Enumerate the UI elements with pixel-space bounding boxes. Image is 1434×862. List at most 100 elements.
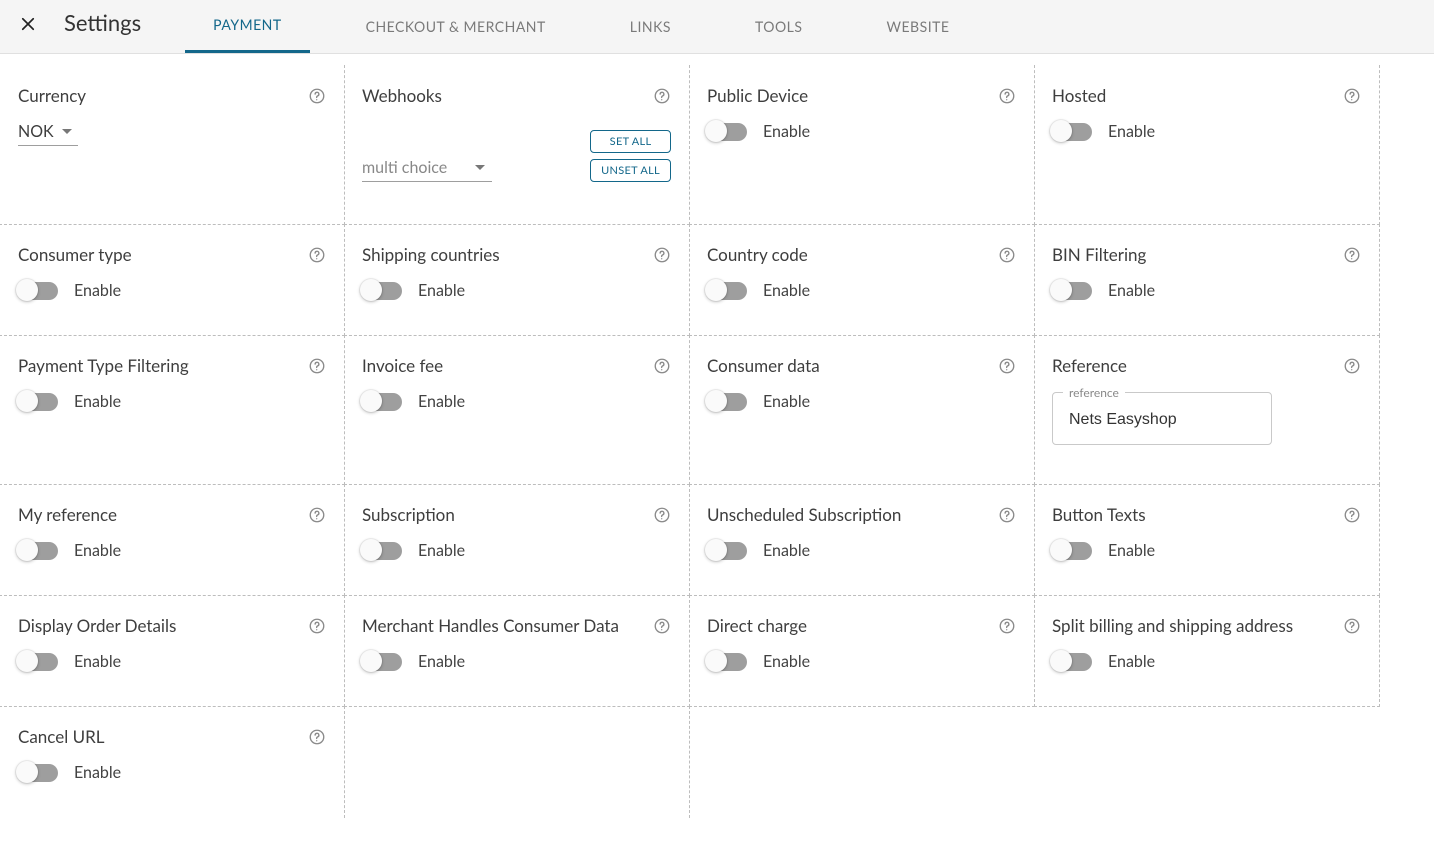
- card-webhooks: Webhooks multi choice SET ALL UNSET ALL: [344, 65, 690, 225]
- help-icon[interactable]: [308, 617, 326, 635]
- help-icon[interactable]: [998, 617, 1016, 635]
- enable-toggle[interactable]: [362, 282, 402, 300]
- help-icon[interactable]: [308, 87, 326, 105]
- card-title: Subscription: [362, 504, 455, 525]
- enable-toggle[interactable]: [18, 764, 58, 782]
- card-title: Public Device: [707, 85, 808, 106]
- app-header: Settings PAYMENT CHECKOUT & MERCHANT LIN…: [0, 0, 1434, 54]
- unset-all-button[interactable]: UNSET ALL: [590, 159, 671, 182]
- enable-toggle[interactable]: [1052, 123, 1092, 141]
- card-title: Button Texts: [1052, 504, 1146, 525]
- card-title: Display Order Details: [18, 615, 176, 636]
- card-merchant-handles-consumer-data: Merchant Handles Consumer Data Enable: [344, 595, 690, 707]
- toggle-label: Enable: [74, 392, 121, 411]
- card-currency: Currency NOK: [0, 65, 345, 225]
- enable-toggle[interactable]: [362, 542, 402, 560]
- enable-toggle[interactable]: [707, 123, 747, 141]
- enable-toggle[interactable]: [707, 393, 747, 411]
- enable-toggle[interactable]: [707, 282, 747, 300]
- enable-toggle[interactable]: [18, 542, 58, 560]
- help-icon[interactable]: [653, 506, 671, 524]
- card-unscheduled-subscription: Unscheduled Subscription Enable: [689, 484, 1035, 596]
- help-icon[interactable]: [308, 246, 326, 264]
- toggle-label: Enable: [418, 652, 465, 671]
- toggle-label: Enable: [1108, 541, 1155, 560]
- enable-toggle[interactable]: [362, 393, 402, 411]
- toggle-label: Enable: [74, 281, 121, 300]
- card-shipping-countries: Shipping countries Enable: [344, 224, 690, 336]
- help-icon[interactable]: [1343, 617, 1361, 635]
- card-title: Merchant Handles Consumer Data: [362, 615, 619, 636]
- card-title: Split billing and shipping address: [1052, 615, 1293, 636]
- webhooks-select[interactable]: multi choice: [362, 158, 492, 182]
- card-title: Webhooks: [362, 85, 442, 106]
- close-icon: [19, 15, 37, 37]
- card-title: Consumer type: [18, 244, 132, 265]
- help-icon[interactable]: [308, 506, 326, 524]
- enable-toggle[interactable]: [18, 653, 58, 671]
- currency-select[interactable]: NOK: [18, 122, 78, 146]
- toggle-label: Enable: [763, 281, 810, 300]
- card-title: Direct charge: [707, 615, 807, 636]
- chevron-down-icon: [62, 129, 72, 134]
- enable-toggle[interactable]: [1052, 282, 1092, 300]
- enable-toggle[interactable]: [362, 653, 402, 671]
- page-title: Settings: [50, 9, 165, 48]
- tab-tools[interactable]: TOOLS: [727, 0, 831, 53]
- currency-value: NOK: [18, 122, 54, 141]
- enable-toggle[interactable]: [18, 393, 58, 411]
- card-display-order-details: Display Order Details Enable: [0, 595, 345, 707]
- toggle-label: Enable: [74, 763, 121, 782]
- toggle-label: Enable: [74, 541, 121, 560]
- help-icon[interactable]: [1343, 246, 1361, 264]
- card-direct-charge: Direct charge Enable: [689, 595, 1035, 707]
- card-title: BIN Filtering: [1052, 244, 1146, 265]
- help-icon[interactable]: [998, 357, 1016, 375]
- card-payment-type-filtering: Payment Type Filtering Enable: [0, 335, 345, 485]
- close-button[interactable]: [6, 0, 50, 53]
- card-invoice-fee: Invoice fee Enable: [344, 335, 690, 485]
- help-icon[interactable]: [998, 506, 1016, 524]
- card-country-code: Country code Enable: [689, 224, 1035, 336]
- help-icon[interactable]: [1343, 357, 1361, 375]
- help-icon[interactable]: [653, 617, 671, 635]
- tab-checkout-merchant[interactable]: CHECKOUT & MERCHANT: [338, 0, 574, 53]
- toggle-label: Enable: [763, 122, 810, 141]
- help-icon[interactable]: [653, 246, 671, 264]
- reference-field: reference: [1052, 392, 1272, 445]
- card-empty: [344, 706, 690, 818]
- card-my-reference: My reference Enable: [0, 484, 345, 596]
- card-hosted: Hosted Enable: [1034, 65, 1380, 225]
- card-button-texts: Button Texts Enable: [1034, 484, 1380, 596]
- enable-toggle[interactable]: [1052, 542, 1092, 560]
- enable-toggle[interactable]: [707, 653, 747, 671]
- reference-input[interactable]: [1067, 410, 1257, 430]
- help-icon[interactable]: [998, 87, 1016, 105]
- help-icon[interactable]: [653, 87, 671, 105]
- toggle-label: Enable: [418, 281, 465, 300]
- help-icon[interactable]: [653, 357, 671, 375]
- set-all-button[interactable]: SET ALL: [590, 130, 671, 153]
- card-consumer-type: Consumer type Enable: [0, 224, 345, 336]
- enable-toggle[interactable]: [1052, 653, 1092, 671]
- enable-toggle[interactable]: [707, 542, 747, 560]
- help-icon[interactable]: [308, 357, 326, 375]
- help-icon[interactable]: [308, 728, 326, 746]
- chevron-down-icon: [475, 165, 485, 170]
- card-subscription: Subscription Enable: [344, 484, 690, 596]
- toggle-label: Enable: [763, 541, 810, 560]
- help-icon[interactable]: [1343, 506, 1361, 524]
- enable-toggle[interactable]: [18, 282, 58, 300]
- card-public-device: Public Device Enable: [689, 65, 1035, 225]
- tab-links[interactable]: LINKS: [602, 0, 699, 53]
- help-icon[interactable]: [998, 246, 1016, 264]
- tabs: PAYMENT CHECKOUT & MERCHANT LINKS TOOLS …: [185, 0, 977, 53]
- card-title: Cancel URL: [18, 726, 104, 747]
- toggle-label: Enable: [1108, 122, 1155, 141]
- help-icon[interactable]: [1343, 87, 1361, 105]
- card-cancel-url: Cancel URL Enable: [0, 706, 345, 818]
- tab-payment[interactable]: PAYMENT: [185, 0, 309, 53]
- card-title: Payment Type Filtering: [18, 355, 189, 376]
- tab-website[interactable]: WEBSITE: [858, 0, 977, 53]
- toggle-label: Enable: [1108, 652, 1155, 671]
